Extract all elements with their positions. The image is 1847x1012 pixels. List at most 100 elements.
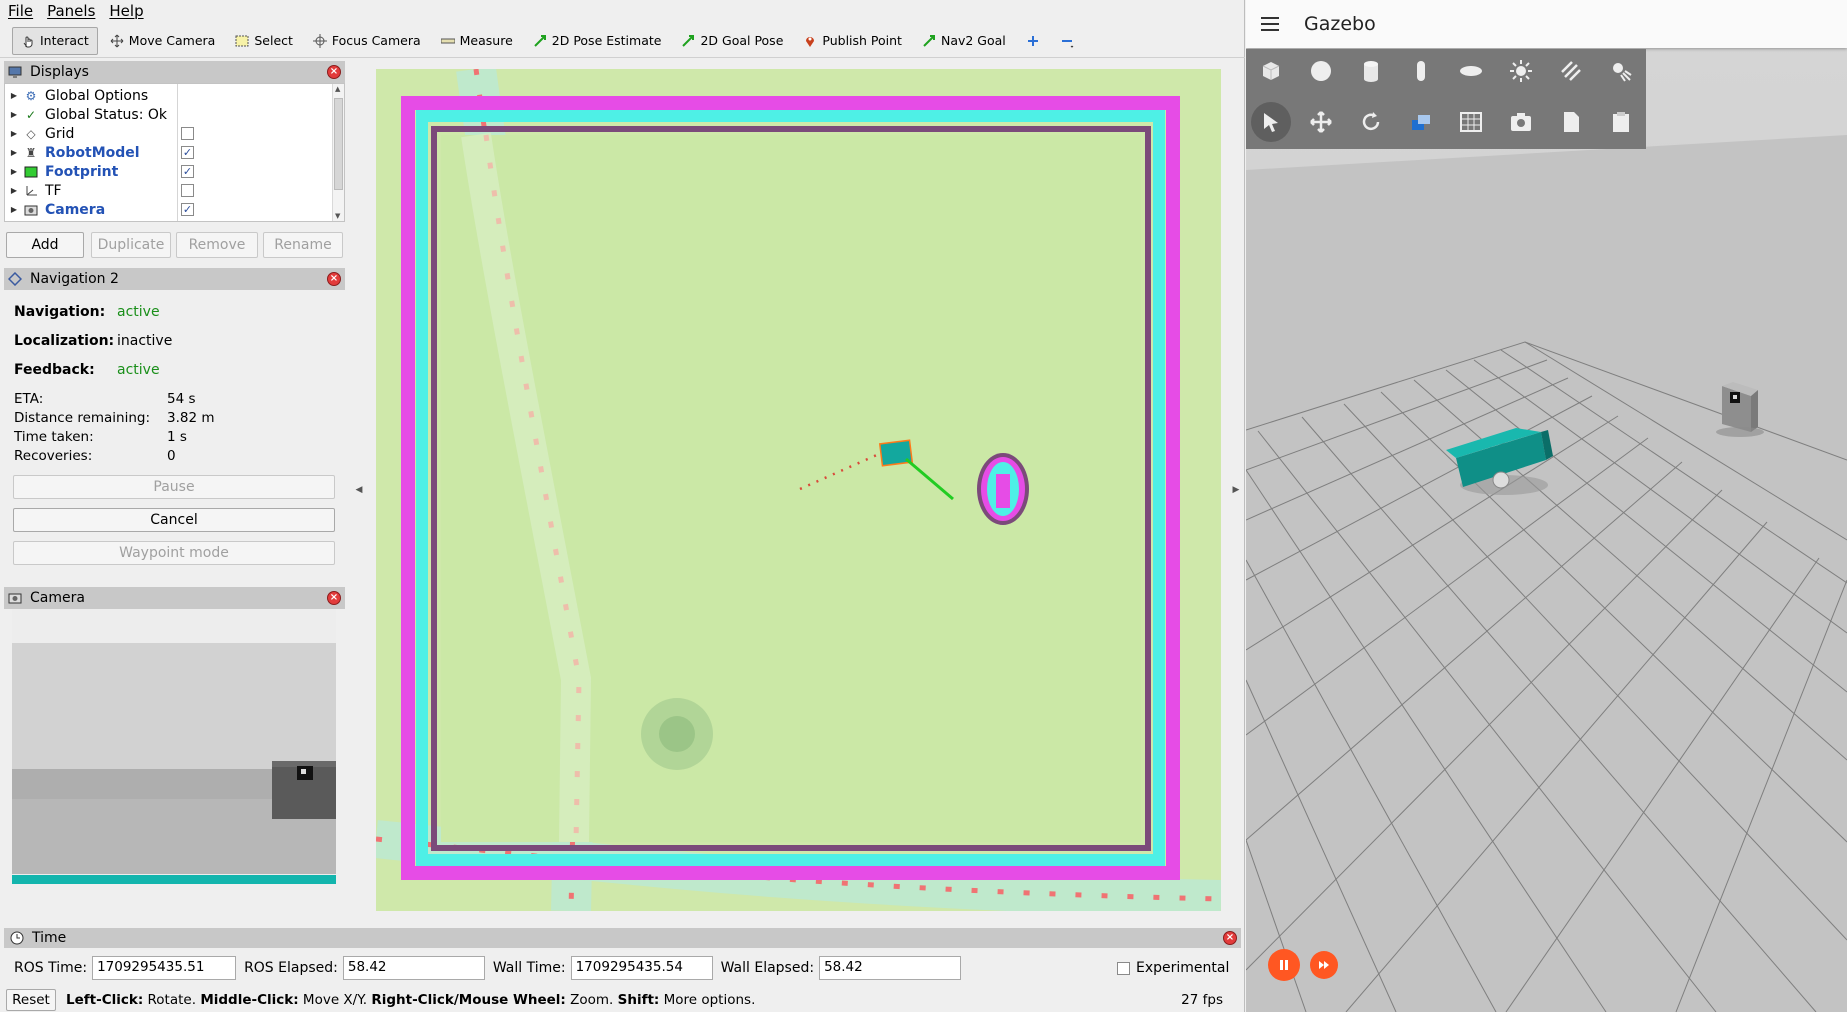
scroll-down-icon[interactable]: ▼: [335, 212, 340, 220]
menu-file[interactable]: File: [8, 2, 33, 20]
close-icon[interactable]: ×: [327, 65, 341, 79]
help-desc: More options.: [659, 992, 756, 1008]
display-item-global-status[interactable]: ▶ ✓ Global Status: Ok: [5, 105, 335, 124]
expand-arrow-icon[interactable]: ▶: [5, 148, 23, 157]
transform-icon[interactable]: [1401, 102, 1441, 142]
robot-icon: ♜: [25, 145, 37, 160]
display-item-footprint[interactable]: ▶ Footprint ✓: [5, 162, 335, 181]
expand-arrow-icon[interactable]: ▶: [5, 110, 23, 119]
gear-icon: ⚙: [25, 88, 37, 103]
waypoint-mode-button[interactable]: Waypoint mode: [13, 541, 335, 565]
expand-arrow-icon[interactable]: ▶: [5, 91, 23, 100]
translate-icon[interactable]: [1301, 102, 1341, 142]
wall-elapsed-field[interactable]: 58.42: [819, 956, 962, 980]
gazebo-toolbar: [1246, 49, 1646, 149]
clock-icon: [10, 931, 24, 945]
select-arrow-icon[interactable]: [1251, 102, 1291, 142]
tool-2d-pose-estimate[interactable]: 2D Pose Estimate: [525, 27, 670, 55]
paste-icon[interactable]: [1601, 102, 1641, 142]
rotate-icon[interactable]: [1351, 102, 1391, 142]
screenshot-icon[interactable]: [1501, 102, 1541, 142]
ros-time-field[interactable]: 1709295435.51: [92, 956, 237, 980]
displays-scrollbar[interactable]: ▲ ▼: [332, 84, 344, 221]
scroll-thumb[interactable]: [334, 98, 343, 190]
hamburger-menu-icon[interactable]: [1260, 16, 1280, 32]
nav-status-value: active: [117, 304, 160, 320]
display-item-grid[interactable]: ▶ ◇ Grid: [5, 124, 335, 143]
box-shape-icon[interactable]: [1251, 51, 1291, 91]
rename-display-button[interactable]: Rename: [263, 232, 343, 258]
gazebo-3d-scene[interactable]: [1246, 0, 1847, 1012]
fast-forward-icon: [1319, 961, 1329, 969]
pause-button[interactable]: Pause: [13, 475, 335, 499]
cancel-button[interactable]: Cancel: [13, 508, 335, 532]
reset-button[interactable]: Reset: [6, 989, 56, 1011]
close-icon[interactable]: ×: [327, 591, 341, 605]
display-checkbox[interactable]: ✓: [181, 165, 194, 178]
tool-publish-point[interactable]: Publish Point: [795, 27, 910, 55]
remove-tool-button[interactable]: [1052, 27, 1082, 55]
navigation-title: Navigation 2: [30, 271, 119, 287]
ros-elapsed-label: ROS Elapsed:: [244, 960, 338, 976]
tool-interact[interactable]: Interact: [12, 26, 98, 55]
localization-value: inactive: [117, 333, 173, 349]
display-item-tf[interactable]: ▶ TF: [5, 181, 335, 200]
collapse-right-icon[interactable]: ▶: [1232, 475, 1240, 505]
expand-arrow-icon[interactable]: ▶: [5, 167, 23, 176]
directional-light-icon[interactable]: [1551, 51, 1591, 91]
grid-snap-icon[interactable]: [1451, 102, 1491, 142]
wall-time-field[interactable]: 1709295435.54: [570, 956, 713, 980]
display-item-camera[interactable]: ▶ Camera ✓: [5, 200, 335, 219]
scroll-up-icon[interactable]: ▲: [335, 85, 340, 93]
eta-label: ETA:: [14, 391, 44, 407]
remove-display-button[interactable]: Remove: [176, 232, 258, 258]
camera-image: [12, 609, 336, 884]
add-display-button[interactable]: Add: [6, 232, 84, 258]
duplicate-display-button[interactable]: Duplicate: [91, 232, 171, 258]
rviz-3d-view[interactable]: [374, 66, 1222, 918]
collapse-left-icon[interactable]: ◀: [355, 475, 363, 505]
close-icon[interactable]: ×: [1223, 931, 1237, 945]
recoveries-row: Recoveries: 0: [14, 448, 176, 464]
rviz-window: File Panels Help Interact Move Camera Se…: [0, 0, 1245, 1012]
tool-select[interactable]: Select: [227, 27, 301, 55]
expand-arrow-icon[interactable]: ▶: [5, 186, 23, 195]
tool-nav2-goal[interactable]: Nav2 Goal: [914, 27, 1014, 55]
tool-move-camera[interactable]: Move Camera: [102, 27, 224, 55]
expand-arrow-icon[interactable]: ▶: [5, 205, 23, 214]
close-icon[interactable]: ×: [327, 272, 341, 286]
display-checkbox[interactable]: [181, 184, 194, 197]
capsule-shape-icon[interactable]: [1401, 51, 1441, 91]
copy-icon[interactable]: [1551, 102, 1591, 142]
display-label: Global Status: Ok: [45, 106, 168, 123]
tool-measure[interactable]: Measure: [433, 27, 521, 55]
diamond-icon: [8, 272, 22, 286]
time-taken-row: Time taken: 1 s: [14, 429, 187, 445]
display-checkbox[interactable]: ✓: [181, 203, 194, 216]
ros-elapsed-field[interactable]: 58.42: [342, 956, 485, 980]
experimental-checkbox[interactable]: [1117, 961, 1130, 975]
expand-arrow-icon[interactable]: ▶: [5, 129, 23, 138]
menu-panels[interactable]: Panels: [47, 2, 95, 20]
cylinder-shape-icon[interactable]: [1351, 51, 1391, 91]
display-checkbox[interactable]: [181, 127, 194, 140]
ellipsoid-shape-icon[interactable]: [1451, 51, 1491, 91]
spot-light-icon[interactable]: [1601, 51, 1641, 91]
checkmark-icon: ✓: [25, 107, 37, 122]
display-checkbox[interactable]: ✓: [181, 146, 194, 159]
time-taken-value: 1 s: [167, 429, 187, 445]
tool-focus-camera[interactable]: Focus Camera: [305, 27, 429, 55]
status-bar: Reset Left-Click: Rotate. Middle-Click: …: [4, 989, 1241, 1011]
menu-help[interactable]: Help: [109, 2, 143, 20]
wall-time-label: Wall Time:: [492, 960, 566, 976]
add-tool-button[interactable]: [1018, 27, 1048, 55]
sphere-shape-icon[interactable]: [1301, 51, 1341, 91]
display-item-global-options[interactable]: ▶ ⚙ Global Options: [5, 86, 335, 105]
green-arrow-icon: [534, 34, 546, 47]
sun-light-icon[interactable]: [1501, 51, 1541, 91]
experimental-toggle[interactable]: Experimental: [1117, 960, 1229, 976]
step-simulation-button[interactable]: [1310, 951, 1338, 979]
tool-2d-goal-pose[interactable]: 2D Goal Pose: [673, 27, 791, 55]
pause-simulation-button[interactable]: [1268, 949, 1300, 981]
display-item-robotmodel[interactable]: ▶ ♜ RobotModel ✓: [5, 143, 335, 162]
